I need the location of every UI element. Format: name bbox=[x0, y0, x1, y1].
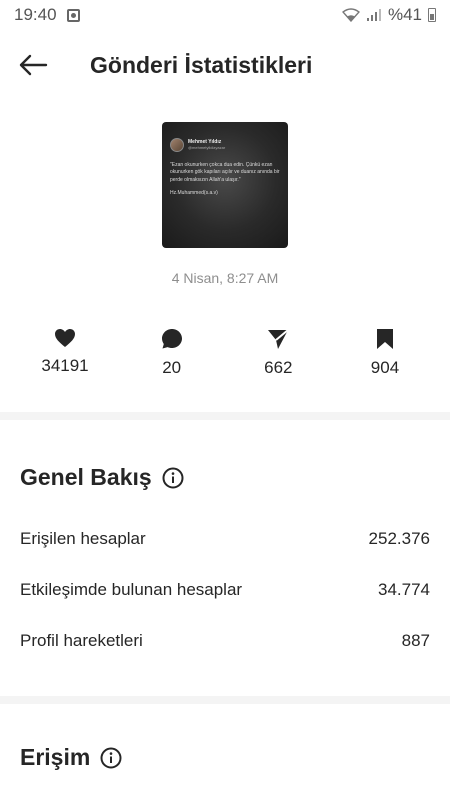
notification-icon bbox=[66, 8, 80, 22]
reach-title: Erişim bbox=[20, 744, 91, 770]
overview-row[interactable]: Etkileşimde bulunan hesaplar 34.774 bbox=[20, 564, 430, 615]
overview-row-value: 252.376 bbox=[368, 528, 430, 548]
reach-section: Erişim bbox=[0, 744, 450, 771]
thumbnail-quote: "Ezan okunurken çokca dua edin. Çünkü ez… bbox=[170, 162, 280, 183]
overview-info-button[interactable] bbox=[162, 467, 184, 489]
overview-row-value: 887 bbox=[401, 630, 430, 650]
stat-saves-value: 904 bbox=[370, 358, 400, 377]
battery-percent: %41 bbox=[387, 5, 422, 24]
avatar bbox=[170, 138, 184, 152]
battery-icon bbox=[428, 8, 436, 22]
bookmark-icon bbox=[376, 329, 393, 349]
reach-info-button[interactable] bbox=[100, 747, 122, 769]
thumbnail-attribution: Hz.Muhammed(s.a.v) bbox=[170, 189, 218, 196]
back-arrow-icon bbox=[19, 54, 48, 76]
post-stats: 34191 20 662 904 bbox=[0, 328, 450, 378]
back-button[interactable] bbox=[18, 47, 54, 83]
overview-row[interactable]: Erişilen hesaplar 252.376 bbox=[20, 513, 430, 564]
status-bar: 19:40 %41 bbox=[0, 0, 450, 30]
comment-icon bbox=[161, 329, 182, 349]
thumbnail-header: Mehmet Yıldız @mehmetyildizyazar bbox=[170, 138, 280, 152]
stat-likes-value: 34191 bbox=[41, 356, 89, 375]
wifi-icon bbox=[341, 8, 360, 22]
header: Gönderi İstatistikleri bbox=[0, 30, 450, 100]
stat-comments-value: 20 bbox=[162, 358, 182, 377]
status-time: 19:40 bbox=[14, 5, 57, 24]
overview-row-label: Etkileşimde bulunan hesaplar bbox=[20, 579, 243, 599]
stat-saves[interactable]: 904 bbox=[345, 328, 425, 378]
overview-section: Genel Bakış Erişilen hesaplar 252.376 Et… bbox=[0, 464, 450, 666]
thumbnail-author-handle: @mehmetyildizyazar bbox=[188, 144, 226, 150]
overview-title: Genel Bakış bbox=[20, 464, 152, 490]
reach-header: Erişim bbox=[20, 744, 430, 771]
heart-icon bbox=[55, 329, 75, 347]
overview-row-label: Profil hareketleri bbox=[20, 630, 143, 650]
overview-row-value: 34.774 bbox=[378, 579, 430, 599]
post-thumbnail[interactable]: Mehmet Yıldız @mehmetyildizyazar "Ezan o… bbox=[162, 122, 288, 248]
post-date: 4 Nisan, 8:27 AM bbox=[171, 270, 279, 286]
overview-list: Erişilen hesaplar 252.376 Etkileşimde bu… bbox=[20, 513, 430, 666]
stat-shares[interactable]: 662 bbox=[238, 328, 318, 378]
overview-row[interactable]: Profil hareketleri 887 bbox=[20, 615, 430, 666]
overview-row-label: Erişilen hesaplar bbox=[20, 528, 146, 548]
status-bar-left: 19:40 bbox=[14, 5, 80, 25]
stat-likes[interactable]: 34191 bbox=[25, 328, 105, 378]
stat-comments[interactable]: 20 bbox=[132, 328, 212, 378]
section-divider bbox=[0, 412, 450, 420]
overview-header: Genel Bakış bbox=[20, 464, 430, 491]
thumbnail-author: Mehmet Yıldız @mehmetyildizyazar bbox=[188, 140, 225, 150]
section-divider bbox=[0, 696, 450, 704]
post-preview: Mehmet Yıldız @mehmetyildizyazar "Ezan o… bbox=[0, 100, 450, 286]
page-title: Gönderi İstatistikleri bbox=[90, 51, 313, 78]
stat-shares-value: 662 bbox=[264, 358, 293, 377]
status-bar-right: %41 bbox=[341, 5, 436, 25]
share-icon bbox=[268, 329, 289, 349]
info-icon bbox=[100, 747, 122, 768]
info-icon bbox=[162, 467, 184, 488]
signal-icon bbox=[366, 9, 381, 21]
